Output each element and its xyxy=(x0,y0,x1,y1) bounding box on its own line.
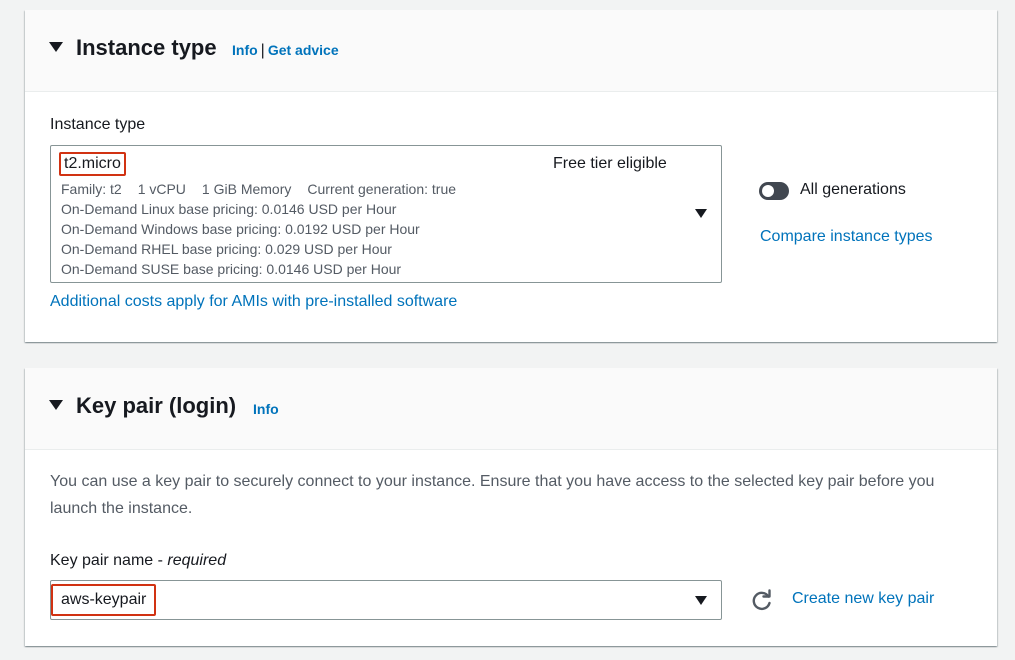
dropdown-caret-icon[interactable] xyxy=(695,596,707,605)
required-text: required xyxy=(167,552,227,569)
selected-instance-name: t2.micro xyxy=(59,152,126,176)
pricing-suse: On-Demand SUSE base pricing: 0.0146 USD … xyxy=(61,261,402,277)
key-pair-info-link[interactable]: Info xyxy=(253,401,279,417)
instance-type-panel: Instance type Info | Get advice Instance t… xyxy=(25,10,997,342)
toggle-knob xyxy=(762,185,774,197)
label-dash: - xyxy=(153,552,168,569)
key-pair-description: You can use a key pair to securely conne… xyxy=(50,473,935,517)
get-advice-link[interactable]: Get advice xyxy=(268,42,339,58)
all-generations-toggle[interactable] xyxy=(759,182,789,200)
instance-specs: Family: t2 1 vCPU 1 GiB Memory Current gene… xyxy=(61,180,472,198)
key-pair-select[interactable]: aws-keypair xyxy=(50,580,722,620)
selected-key-pair: aws-keypair xyxy=(51,584,157,616)
create-key-pair-link[interactable]: Create new key pair xyxy=(792,589,934,609)
pricing-windows: On-Demand Windows base pricing: 0.0192 U… xyxy=(61,221,420,237)
instance-type-info-link[interactable]: Info xyxy=(232,42,258,58)
all-generations-label[interactable]: All generations xyxy=(800,180,906,200)
collapse-caret-icon[interactable] xyxy=(49,42,63,52)
key-pair-title: Key pair (login) xyxy=(76,393,237,418)
spec-family: Family: t2 xyxy=(61,181,122,197)
spec-memory: 1 GiB Memory xyxy=(201,181,292,197)
key-pair-header-links: Info xyxy=(253,400,279,418)
link-separator: | xyxy=(260,42,265,59)
dropdown-caret-icon[interactable] xyxy=(695,209,707,218)
instance-type-select[interactable]: t2.micro Free tier eligible Family: t2 1 … xyxy=(50,145,722,283)
pricing-rhel: On-Demand RHEL base pricing: 0.029 USD p… xyxy=(61,241,392,257)
refresh-icon[interactable] xyxy=(751,589,773,611)
additional-costs-link[interactable]: Additional costs apply for AMIs with pre… xyxy=(50,292,457,312)
spec-generation: Current generation: true xyxy=(307,181,457,197)
key-pair-field-label: Key pair name - required xyxy=(50,551,226,571)
free-tier-badge: Free tier eligible xyxy=(553,155,667,172)
compare-instance-types-link[interactable]: Compare instance types xyxy=(760,227,933,247)
pricing-linux: On-Demand Linux base pricing: 0.0146 USD… xyxy=(61,201,397,217)
collapse-caret-icon[interactable] xyxy=(49,400,63,410)
spec-vcpu: 1 vCPU xyxy=(137,181,186,197)
instance-type-header-links: Info | Get advice xyxy=(232,41,339,60)
key-pair-name-label: Key pair name xyxy=(50,552,154,569)
instance-type-title: Instance type xyxy=(76,35,217,60)
key-pair-panel: Key pair (login) Info You can use a key … xyxy=(25,368,997,646)
instance-type-field-label: Instance type xyxy=(50,116,146,133)
key-pair-header[interactable]: Key pair (login) Info xyxy=(25,368,997,450)
instance-type-header[interactable]: Instance type Info | Get advice xyxy=(25,10,997,92)
